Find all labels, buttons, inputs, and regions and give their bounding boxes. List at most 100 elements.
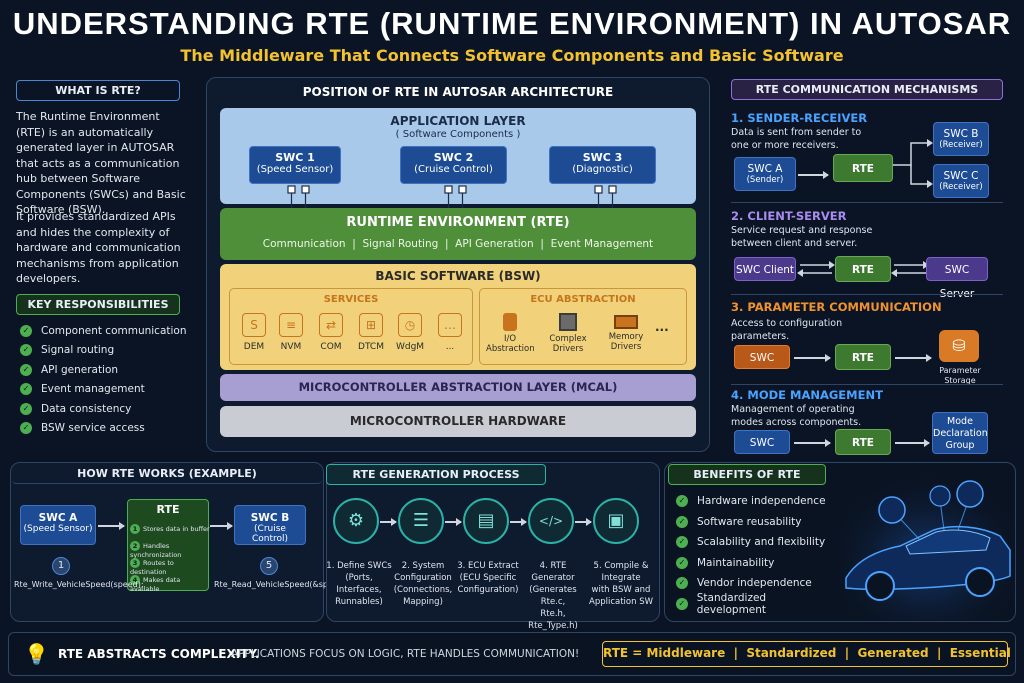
mechanisms-heading: RTE COMMUNICATION MECHANISMS [731,79,1003,100]
list-item: ✓ Standardized development [676,592,836,616]
bsw-layer-title: BASIC SOFTWARE (BSW) [375,269,541,283]
ecu-more: ... [655,320,669,334]
pc-swc[interactable]: SWC [734,345,790,369]
pc-storage-label: Parameter Storage [939,366,981,385]
mm-swc[interactable]: SWC [734,430,790,454]
list-item: 3 Routes to destination [130,558,174,576]
sender-receiver-desc: Data is sent from sender to one or more … [731,127,862,151]
benefits-heading: BENEFITS OF RTE [668,464,826,485]
divider [731,384,1003,385]
mm-mode-group[interactable]: Mode Declaration Group [932,412,988,454]
io-icon [503,313,517,331]
ecu-complex-drivers[interactable]: Complex Drivers [542,313,594,354]
cs-rte[interactable]: RTE [835,256,891,282]
list-item: 2 Handles synchronization [130,541,182,559]
define-swcs-icon: ⚙ [333,498,379,544]
ecu-memory-drivers[interactable]: Memory Drivers [600,313,652,352]
dtcm-icon: ⊞ [359,313,383,337]
pc-arrow-1 [794,354,831,361]
list-item: ✓ Signal routing [20,341,190,361]
generation-heading: RTE GENERATION PROCESS [326,464,546,485]
check-icon: ✓ [676,556,688,569]
how-swc-a[interactable]: SWC A (Speed Sensor) [20,505,96,545]
list-item: ✓ Software reusability [676,512,836,533]
services-title: SERVICES [323,294,379,305]
lightbulb-icon: 💡 [24,642,49,666]
system-config-icon: ☰ [398,498,444,544]
check-icon: ✓ [676,495,688,508]
mode-management-title: 4. MODE MANAGEMENT [731,388,883,402]
memory-icon [614,315,638,329]
pc-arrow-2 [895,354,932,361]
check-icon: ✓ [676,515,688,528]
list-item: ✓ Hardware independence [676,491,836,512]
application-layer-subtitle: ( Software Components ) [395,129,521,140]
how-rte-title: RTE [156,503,180,516]
page-title: UNDERSTANDING RTE (RUNTIME ENVIRONMENT) … [12,6,1012,41]
ecu-abstraction-title: ECU ABSTRACTION [530,294,636,305]
com-icon: ⇄ [319,313,343,337]
cs-server[interactable]: SWC Server [926,257,988,300]
list-item: ✓ Event management [20,380,190,400]
what-is-paragraph-2: It provides standardized APIs and hides … [16,210,181,285]
mm-rte[interactable]: RTE [835,429,891,455]
chip-compile-icon: ▣ [593,498,639,544]
sender-receiver-title: 1. SENDER-RECEIVER [731,111,868,125]
responsibilities-list: ✓ Component communication ✓ Signal routing… [20,321,190,438]
parameter-communication-title: 3. PARAMETER COMMUNICATION [731,300,942,314]
check-icon: ✓ [676,536,688,549]
code-generator-icon: </> [528,498,574,544]
how-arrow-2 [210,522,233,529]
gen-step-3-label: 3. ECU Extract (ECU Specific Configurati… [457,561,519,595]
step-5-badge: 5 [260,557,278,575]
how-swc-b[interactable]: SWC B (Cruise Control) [234,505,306,545]
how-arrow-1 [98,522,125,529]
gen-arrow [510,518,527,525]
sr-swc-b[interactable]: SWC B (Receiver) [933,122,989,156]
footer-text: APPLICATIONS FOCUS ON LOGIC, RTE HANDLES… [231,648,580,660]
rte-layer-title: RUNTIME ENVIRONMENT (RTE) [346,215,570,230]
mode-management-desc: Management of operating modes across com… [731,404,862,428]
ecu-io-abstraction[interactable]: I/O Abstraction [486,313,535,354]
page-subtitle: The Middleware That Connects Software Co… [180,46,844,65]
list-item: 1 Stores data in buffer [130,524,210,541]
service-more[interactable]: …... [432,313,468,352]
list-item: ✓ Vendor independence [676,573,836,594]
sr-swc-a[interactable]: SWC A (Sender) [734,157,796,191]
cs-arrows-right [891,261,929,277]
swc-3[interactable]: SWC 3 (Diagnostic) [549,146,656,184]
rte-layer-features: Communication | Signal Routing | API Gen… [262,238,654,250]
swc-2[interactable]: SWC 2 (Cruise Control) [400,146,507,184]
footer-summary: RTE = Middleware | Standardized | Genera… [602,641,1011,667]
how-works-heading: HOW RTE WORKS (EXAMPLE) [12,464,322,484]
dem-icon: S [242,313,266,337]
service-dem[interactable]: S DEM [236,313,272,352]
divider [731,294,1003,295]
client-server-desc: Service request and response between cli… [731,225,873,249]
client-server-title: 2. CLIENT-SERVER [731,209,847,223]
service-nvm[interactable]: ≡ NVM [273,313,309,352]
list-item: ✓ BSW service access [20,419,190,439]
mcal-layer: MICROCONTROLLER ABSTRACTION LAYER (MCAL) [220,374,696,401]
architecture-heading: POSITION OF RTE IN AUTOSAR ARCHITECTURE [302,85,614,99]
list-item: ✓ Data consistency [20,399,190,419]
benefits-list: ✓ Hardware independence ✓ Software reusabi… [676,491,836,616]
service-wdgm[interactable]: ◷ WdgM [392,313,428,352]
check-icon: ✓ [20,324,32,337]
check-icon: ✓ [20,422,32,435]
sr-swc-c[interactable]: SWC C (Receiver) [933,164,989,198]
gen-arrow [445,518,462,525]
cs-client[interactable]: SWC Client [734,257,796,281]
service-com[interactable]: ⇄ COM [313,313,349,352]
check-icon: ✓ [20,363,32,376]
database-icon: ⛁ [939,330,979,362]
gen-step-2-label: 2. System Configuration (Connections, Ma… [393,561,453,607]
pc-rte[interactable]: RTE [835,344,891,370]
service-dtcm[interactable]: ⊞ DTCM [353,313,389,352]
sr-arrow-a-rte [798,171,829,178]
ecu-extract-icon: ▤ [463,498,509,544]
list-item: ✓ API generation [20,360,190,380]
swc-1[interactable]: SWC 1 (Speed Sensor) [249,146,341,184]
what-is-heading: WHAT IS RTE? [16,80,180,101]
sr-rte[interactable]: RTE [833,154,893,182]
